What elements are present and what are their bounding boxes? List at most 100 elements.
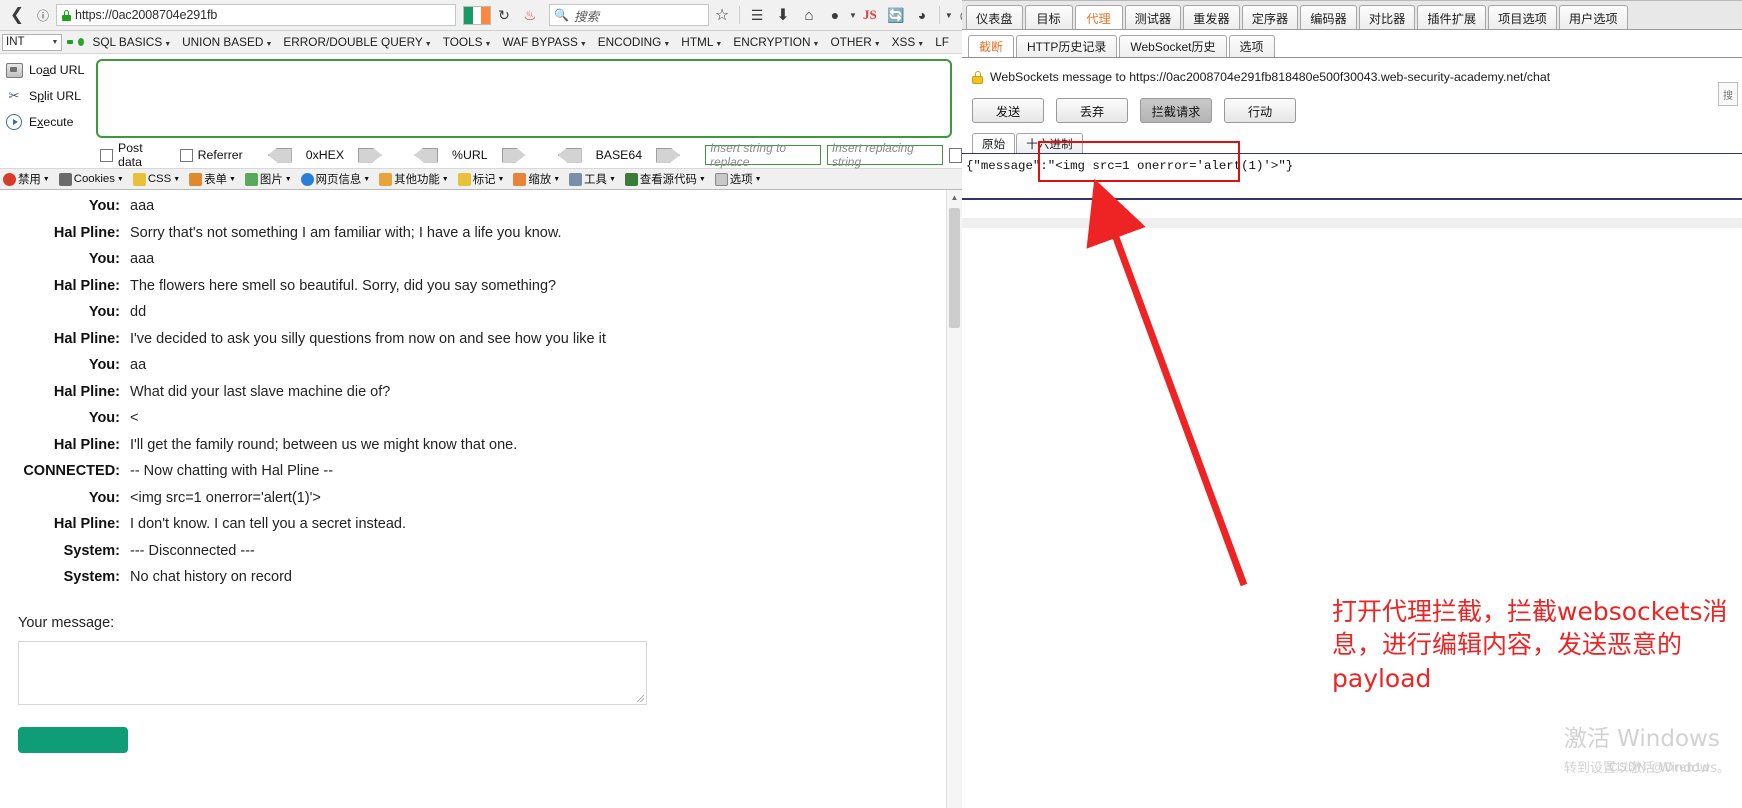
post-data-checkbox[interactable]: Post data xyxy=(100,141,162,169)
subtab-intercept[interactable]: 截断 xyxy=(968,35,1015,57)
home-icon[interactable]: ⌂ xyxy=(796,2,822,28)
encode-right-arrow-icon[interactable] xyxy=(656,147,681,163)
js-toggle-icon[interactable]: JS xyxy=(857,2,883,28)
tab-label: 项目选项 xyxy=(1498,11,1547,26)
editor-search-button[interactable]: 搜 xyxy=(1718,82,1738,106)
download-arrow-icon[interactable]: ⬇ xyxy=(770,2,796,28)
execute-button[interactable]: Execute xyxy=(4,109,96,135)
wd-item-images[interactable]: 图片 ▼ xyxy=(244,171,292,187)
replace-search-input[interactable]: Insert string to replace xyxy=(705,141,821,169)
wd-item-outline[interactable]: 标记 ▼ xyxy=(457,171,504,187)
hackbar-menu-9[interactable]: XSS ▼ xyxy=(892,35,925,49)
intercept-toggle-button[interactable]: 拦截请求 xyxy=(1140,98,1212,123)
send-button[interactable] xyxy=(18,727,128,753)
tab-comparer[interactable]: 对比器 xyxy=(1358,5,1416,29)
wd-item-misc[interactable]: 其他功能 ▼ xyxy=(379,171,449,187)
wd-label: 其他功能 xyxy=(394,174,440,186)
hackbar-menu-10[interactable]: LF xyxy=(935,35,949,49)
wd-item-options[interactable]: 选项 ▼ xyxy=(714,171,762,187)
star-bookmark-icon[interactable]: ☆ xyxy=(709,2,735,28)
palette-icon[interactable]: ◕ xyxy=(909,2,935,28)
skull-noscript-icon[interactable]: ● xyxy=(822,2,848,28)
replace-enable-checkbox[interactable] xyxy=(948,147,962,163)
misc-icon xyxy=(379,172,393,186)
user-agent-icon[interactable]: ◉ xyxy=(953,2,962,28)
browser-navigation-toolbar: ❮ ⓘ https://0ac2008704e291fb ↻ ♨ 🔍 搜索 ☆ … xyxy=(0,0,962,31)
scroll-thumb[interactable] xyxy=(949,208,960,328)
base64-encoder-control[interactable]: BASE64 xyxy=(551,147,688,163)
hackbar-menu-6[interactable]: HTML ▼ xyxy=(681,35,722,49)
hackbar-menu-4[interactable]: WAF BYPASS ▼ xyxy=(502,35,586,49)
encode-right-arrow-icon[interactable] xyxy=(358,147,383,163)
drop-button[interactable]: 丢弃 xyxy=(1056,98,1128,123)
ireland-flag-icon[interactable] xyxy=(463,5,491,25)
decode-left-arrow-icon[interactable] xyxy=(267,147,292,163)
wd-item-resize[interactable]: 缩放 ▼ xyxy=(513,171,560,187)
hackbar-menu-3[interactable]: TOOLS ▼ xyxy=(443,35,492,49)
wd-item-disable[interactable]: 禁用 ▼ xyxy=(3,171,50,187)
hackbar-menu-7[interactable]: ENCRYPTION ▼ xyxy=(733,35,819,49)
editor-tab-raw[interactable]: 原始 xyxy=(972,133,1016,153)
hackbar-url-textarea[interactable] xyxy=(96,59,952,138)
split-url-button[interactable]: ✂ Split URL xyxy=(4,83,96,109)
tab-sequencer[interactable]: 定序器 xyxy=(1241,5,1299,29)
scroll-up-arrow-icon[interactable]: ▲ xyxy=(947,190,962,205)
wd-label: 缩放 xyxy=(528,174,552,186)
wd-item-tools[interactable]: 工具 ▼ xyxy=(569,171,616,187)
decode-left-arrow-icon[interactable] xyxy=(414,147,439,163)
tab-decoder[interactable]: 编码器 xyxy=(1300,5,1357,29)
back-arrow-icon[interactable]: ❮ xyxy=(4,2,30,28)
hex-encoder-control[interactable]: 0xHEX xyxy=(261,147,389,163)
tab-dashboard[interactable]: 仪表盘 xyxy=(966,5,1023,29)
reader-list-icon[interactable]: ☰ xyxy=(744,2,770,28)
tab-user-options[interactable]: 用户选项 xyxy=(1558,5,1628,29)
chat-row: Hal Pline: Sorry that's not something I a… xyxy=(0,225,962,241)
proxy-switch-icon[interactable]: 🔄 xyxy=(883,2,909,28)
chat-speaker: Hal Pline: xyxy=(53,383,120,400)
page-info-icon[interactable]: ⓘ xyxy=(30,2,56,28)
tab-intruder[interactable]: 测试器 xyxy=(1124,5,1182,29)
load-url-button[interactable]: Load URL xyxy=(4,57,96,83)
url-bar[interactable]: https://0ac2008704e291fb xyxy=(56,4,456,26)
hackbar-menu-label: ENCODING xyxy=(597,35,662,49)
hackbar-menu-8[interactable]: OTHER ▼ xyxy=(830,35,880,49)
wd-item-pageinfo[interactable]: 网页信息 ▼ xyxy=(300,171,370,187)
tab-project-options[interactable]: 项目选项 xyxy=(1488,5,1557,29)
subtab-http-history[interactable]: HTTP历史记录 xyxy=(1016,35,1118,57)
hackbar-menu-2[interactable]: ERROR/DOUBLE QUERY ▼ xyxy=(283,35,431,49)
tab-label: 代理 xyxy=(1086,11,1111,26)
hackbar-menu-0[interactable]: SQL BASICS ▼ xyxy=(92,35,171,49)
search-placeholder: 搜索 xyxy=(573,9,599,24)
hackbar-menu-1[interactable]: UNION BASED ▼ xyxy=(182,35,272,49)
tab-repeater[interactable]: 重发器 xyxy=(1183,5,1240,29)
tab-proxy[interactable]: 代理 xyxy=(1074,5,1123,29)
url-encoder-control[interactable]: %URL xyxy=(407,147,533,163)
page-content: You: aaa Hal Pline: Sorry that's not somet… xyxy=(0,190,962,808)
subtab-websocket-history[interactable]: WebSocket历史 xyxy=(1119,35,1227,57)
reload-icon[interactable]: ↻ xyxy=(491,2,517,28)
wd-item-forms[interactable]: 表单 ▼ xyxy=(189,171,236,187)
tab-target[interactable]: 目标 xyxy=(1024,5,1073,29)
hackbar-type-select[interactable]: INT ▼ xyxy=(2,33,63,51)
forward-button[interactable]: 发送 xyxy=(972,98,1044,123)
chevron-down-icon[interactable]: ▼ xyxy=(849,11,857,20)
encode-right-arrow-icon[interactable] xyxy=(501,147,526,163)
page-scrollbar[interactable]: ▲ xyxy=(946,190,962,808)
referrer-checkbox[interactable]: Referrer xyxy=(179,148,243,162)
message-editor[interactable]: {"message":"<img src=1 onerror='alert(1)… xyxy=(962,141,1742,200)
search-input[interactable]: 🔍 搜索 xyxy=(549,4,709,26)
wd-item-cookies[interactable]: Cookies ▼ xyxy=(58,172,124,186)
wd-item-viewsource[interactable]: 查看源代码 ▼ xyxy=(624,171,706,187)
hackbar-menu-5[interactable]: ENCODING ▼ xyxy=(598,35,671,49)
replace-with-input[interactable]: Insert replacing string xyxy=(826,141,943,169)
action-button[interactable]: 行动 xyxy=(1224,98,1296,123)
chevron-down-icon-2[interactable]: ▼ xyxy=(945,11,953,20)
message-textarea[interactable] xyxy=(18,641,647,705)
decode-left-arrow-icon[interactable] xyxy=(557,147,582,163)
wd-item-css[interactable]: CSS ▼ xyxy=(132,172,180,186)
tamper-data-icon[interactable]: ♨ xyxy=(517,2,543,28)
tab-label: 重发器 xyxy=(1193,11,1230,26)
execute-label: Execute xyxy=(29,115,74,129)
subtab-options[interactable]: 选项 xyxy=(1228,35,1275,57)
tab-extender[interactable]: 插件扩展 xyxy=(1417,5,1487,29)
